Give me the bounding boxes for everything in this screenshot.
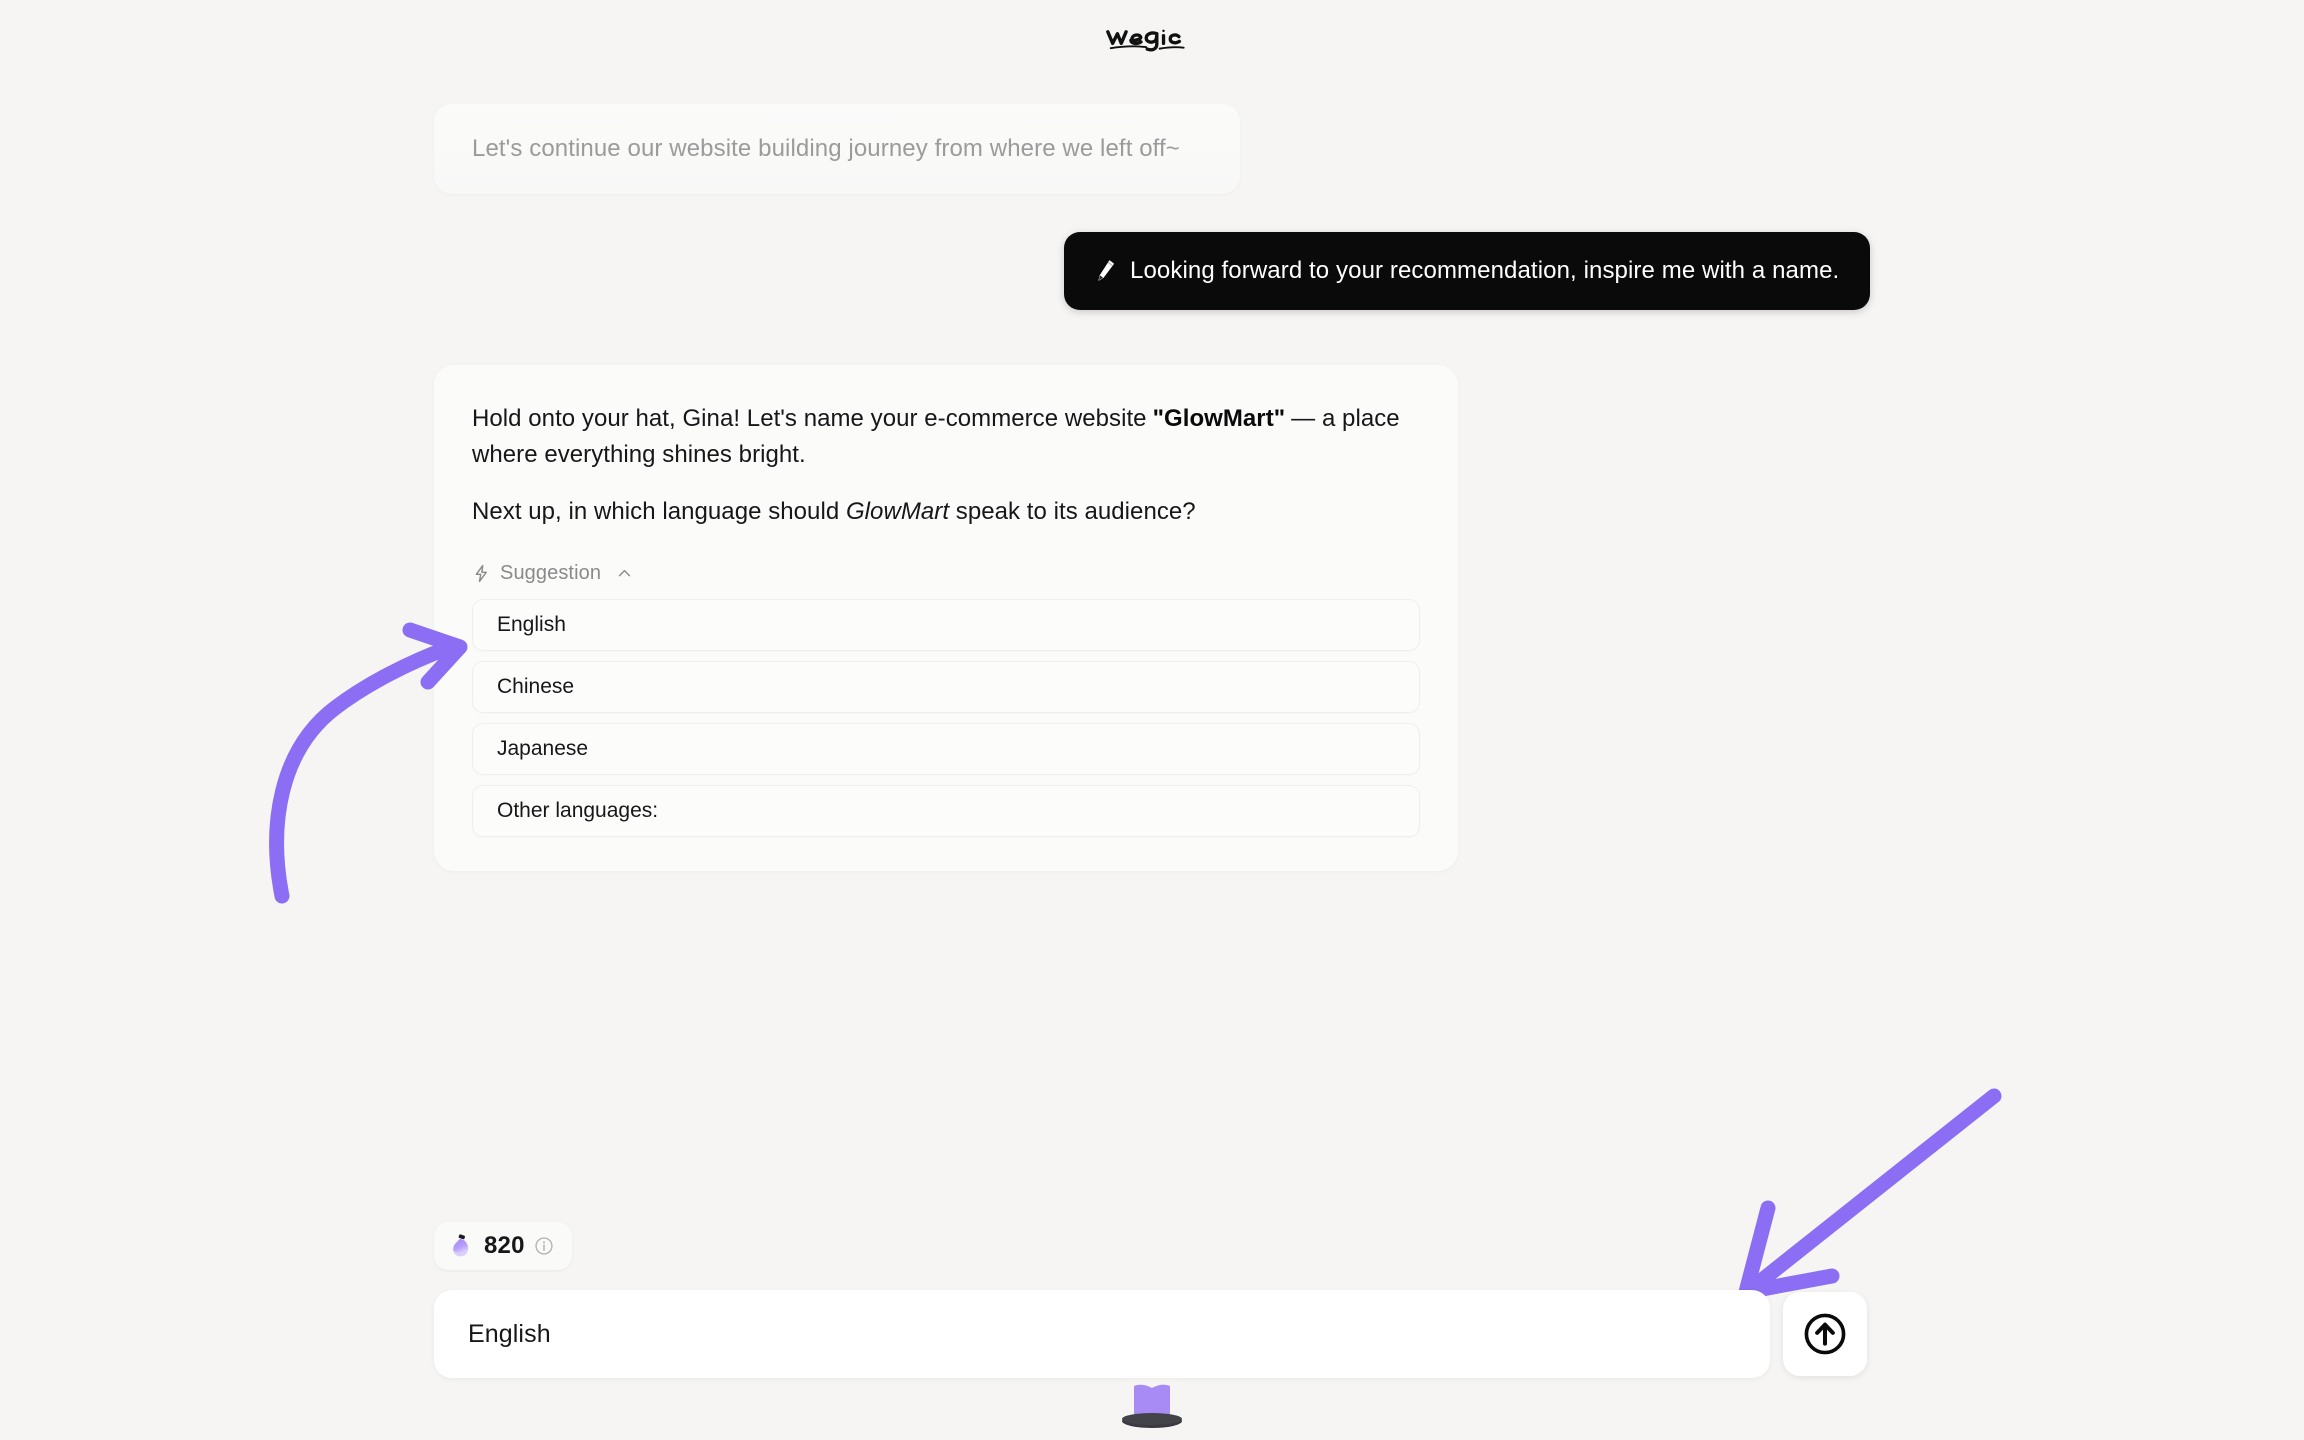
- suggestion-option-chinese[interactable]: Chinese: [472, 661, 1420, 714]
- user-message-text: Looking forward to your recommendation, …: [1130, 257, 1840, 284]
- suggestion-option-english[interactable]: English: [472, 599, 1420, 652]
- info-icon[interactable]: [534, 1236, 554, 1256]
- credits-value: 820: [484, 1232, 525, 1259]
- assistant-paragraph-2: Next up, in which language should GlowMa…: [472, 494, 1420, 530]
- suggestion-option-other-languages[interactable]: Other languages:: [472, 785, 1420, 838]
- suggestion-toggle[interactable]: Suggestion: [472, 562, 633, 585]
- app-logo[interactable]: [0, 8, 2304, 70]
- composer-value-text: English: [468, 1319, 551, 1348]
- mascot-hat-decoration: [1122, 1384, 1182, 1428]
- send-button[interactable]: [1783, 1292, 1867, 1376]
- arrow-to-send-button-annotation: [1738, 1088, 2002, 1300]
- assistant-brand-name: "GlowMart": [1152, 405, 1286, 432]
- continue-prompt-text: Let's continue our website building jour…: [472, 135, 1180, 162]
- lightning-bolt-icon: [475, 565, 487, 583]
- assistant-paragraph-1: Hold onto your hat, Gina! Let's name you…: [472, 401, 1420, 474]
- user-message-bubble: Looking forward to your recommendation, …: [1064, 232, 1870, 310]
- suggestion-options-list: English Chinese Japanese Other languages…: [472, 599, 1420, 838]
- wegic-wordmark-icon: [1106, 29, 1185, 52]
- assistant-para2-before: Next up, in which language should: [472, 497, 840, 525]
- potion-icon: [453, 1233, 469, 1256]
- suggestion-option-japanese[interactable]: Japanese: [472, 723, 1420, 776]
- credits-badge[interactable]: 820: [434, 1222, 572, 1270]
- message-composer-input[interactable]: English: [434, 1290, 1770, 1378]
- assistant-para2-emphasis: GlowMart: [845, 497, 950, 525]
- suggestion-label: Suggestion: [500, 562, 602, 585]
- pen-icon: [1098, 260, 1114, 281]
- arrow-up-circle-icon: [1804, 1313, 1846, 1355]
- assistant-message-card: Hold onto your hat, Gina! Let's name you…: [434, 365, 1458, 872]
- assistant-para1-before: Hold onto your hat, Gina! Let's name you…: [472, 405, 1147, 432]
- chevron-up-icon: [618, 570, 631, 577]
- continue-prompt-card[interactable]: Let's continue our website building jour…: [434, 104, 1240, 194]
- assistant-para2-after: speak to its audience?: [955, 497, 1196, 525]
